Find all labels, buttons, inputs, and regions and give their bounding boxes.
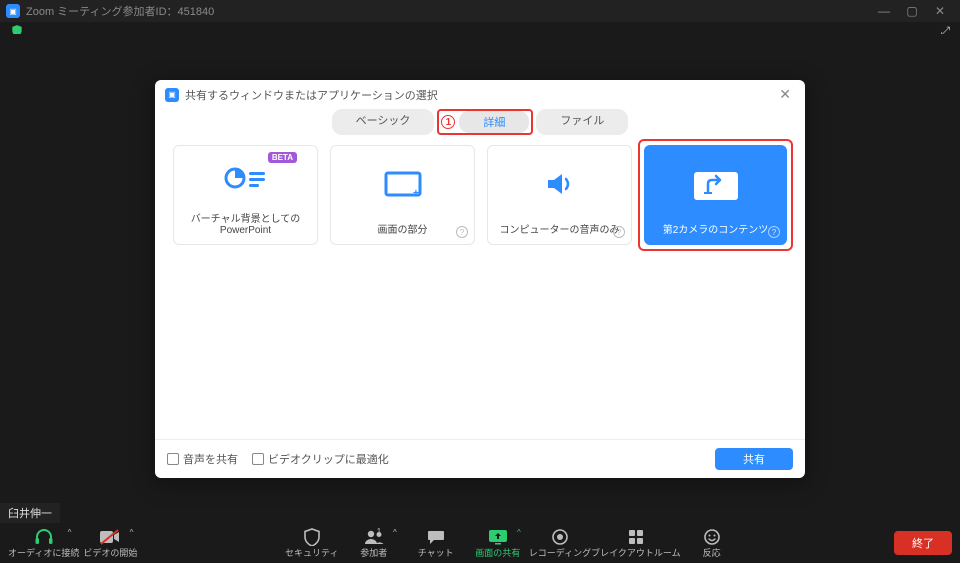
meeting-toolbar: ^ オーディオに接続 ^ ビデオの開始 セキュリティ ^ 1 参加者 チャット … <box>0 523 960 563</box>
tab-basic[interactable]: ベーシック <box>332 109 435 135</box>
optimize-video-checkbox[interactable]: ビデオクリップに最適化 <box>252 451 389 467</box>
window-titlebar: ▣ Zoom ミーティング参加者ID：451840 — ▢ ✕ <box>0 0 960 22</box>
video-button[interactable]: ^ ビデオの開始 <box>79 528 141 559</box>
speaker-icon <box>544 146 576 221</box>
chevron-up-icon[interactable]: ^ <box>68 528 72 537</box>
option-label: バーチャル背景としてのPowerPoint <box>174 210 317 236</box>
option-computer-audio-only[interactable]: コンピューターの音声のみ ? <box>487 145 632 245</box>
window-maximize-button[interactable]: ▢ <box>898 4 926 18</box>
tab-file[interactable]: ファイル <box>536 109 628 135</box>
zoom-logo-icon: ▣ <box>6 4 20 18</box>
beta-badge: BETA <box>268 152 297 163</box>
annotation-highlight-1: 1 詳細 <box>437 109 533 135</box>
help-icon[interactable]: ? <box>613 226 625 238</box>
share-options-row: BETA バーチャル背景としてのPowerPoint <box>155 145 805 245</box>
checkbox-label: ビデオクリップに最適化 <box>268 451 389 467</box>
help-icon[interactable]: ? <box>768 226 780 238</box>
chevron-up-icon[interactable]: ^ <box>393 528 397 537</box>
option-second-camera[interactable]: 第2カメラのコンテンツ ? <box>644 145 787 245</box>
toolbar-label: 参加者 <box>360 546 387 559</box>
share-tabs: ベーシック 1 詳細 ファイル <box>155 109 805 135</box>
chevron-up-icon[interactable]: ^ <box>517 528 521 537</box>
annotation-highlight-2: 第2カメラのコンテンツ ? <box>638 139 793 251</box>
chat-icon <box>427 528 445 546</box>
window-title: Zoom ミーティング参加者ID：451840 <box>26 3 214 19</box>
dialog-title: 共有するウィンドウまたはアプリケーションの選択 <box>185 87 438 103</box>
window-minimize-button[interactable]: — <box>870 4 898 18</box>
toolbar-label: セキュリティ <box>285 546 338 559</box>
chat-button[interactable]: チャット <box>405 528 467 559</box>
record-button[interactable]: レコーディング <box>529 528 591 559</box>
share-screen-dialog: ▣ 共有するウィンドウまたはアプリケーションの選択 ✕ ベーシック 1 詳細 フ… <box>155 80 805 478</box>
video-area: 臼井伸一 ▣ 共有するウィンドウまたはアプリケーションの選択 ✕ ベーシック 1… <box>0 34 960 523</box>
security-button[interactable]: セキュリティ <box>281 528 343 559</box>
breakout-rooms-button[interactable]: ブレイクアウトルーム <box>591 528 681 559</box>
dialog-footer: 音声を共有 ビデオクリップに最適化 共有 <box>155 439 805 478</box>
toolbar-label: レコーディング <box>529 546 591 559</box>
option-label: 第2カメラのコンテンツ <box>663 221 769 236</box>
svg-text:+: + <box>413 188 419 198</box>
headphones-icon <box>34 528 54 546</box>
option-label: 画面の部分 <box>378 221 428 236</box>
toolbar-label: ブレイクアウトルーム <box>591 546 681 559</box>
annotation-badge-1: 1 <box>441 115 455 129</box>
help-icon[interactable]: ? <box>456 226 468 238</box>
share-screen-button[interactable]: ^ 画面の共有 <box>467 528 529 559</box>
participants-count: 1 <box>377 527 381 536</box>
option-label: コンピューターの音声のみ <box>500 221 620 236</box>
dialog-header: ▣ 共有するウィンドウまたはアプリケーションの選択 ✕ <box>155 80 805 107</box>
chevron-up-icon[interactable]: ^ <box>130 528 134 537</box>
toolbar-label: 反応 <box>703 546 721 559</box>
record-icon <box>552 528 568 546</box>
audio-button[interactable]: ^ オーディオに接続 <box>8 528 79 559</box>
share-button[interactable]: 共有 <box>715 448 793 470</box>
self-name-label: 臼井伸一 <box>0 503 60 523</box>
checkbox-icon <box>167 453 179 465</box>
powerpoint-vb-icon <box>223 146 269 210</box>
window-close-button[interactable]: ✕ <box>926 4 954 18</box>
breakout-icon <box>628 528 644 546</box>
end-meeting-button[interactable]: 終了 <box>894 531 952 555</box>
tab-advanced[interactable]: 詳細 <box>459 111 529 133</box>
checkbox-label: 音声を共有 <box>183 451 238 467</box>
option-virtual-bg-powerpoint[interactable]: BETA バーチャル背景としてのPowerPoint <box>173 145 318 245</box>
shield-icon <box>304 528 320 546</box>
toolbar-label: チャット <box>418 546 454 559</box>
reactions-icon <box>704 528 720 546</box>
reactions-button[interactable]: 反応 <box>681 528 743 559</box>
toolbar-label: 画面の共有 <box>475 546 520 559</box>
toolbar-label: オーディオに接続 <box>8 546 79 559</box>
second-camera-icon <box>686 146 746 221</box>
screen-portion-icon: + <box>383 146 423 221</box>
zoom-logo-icon: ▣ <box>165 88 179 102</box>
share-screen-icon <box>488 528 508 546</box>
participants-button[interactable]: ^ 1 参加者 <box>343 528 405 559</box>
toolbar-label: ビデオの開始 <box>83 546 137 559</box>
share-audio-checkbox[interactable]: 音声を共有 <box>167 451 238 467</box>
checkbox-icon <box>252 453 264 465</box>
option-portion-of-screen[interactable]: + 画面の部分 ? <box>330 145 475 245</box>
video-off-icon <box>99 528 121 546</box>
participants-icon <box>363 528 385 546</box>
meeting-info-bar: ⤢ <box>0 22 960 34</box>
dialog-close-button[interactable]: ✕ <box>775 86 795 103</box>
